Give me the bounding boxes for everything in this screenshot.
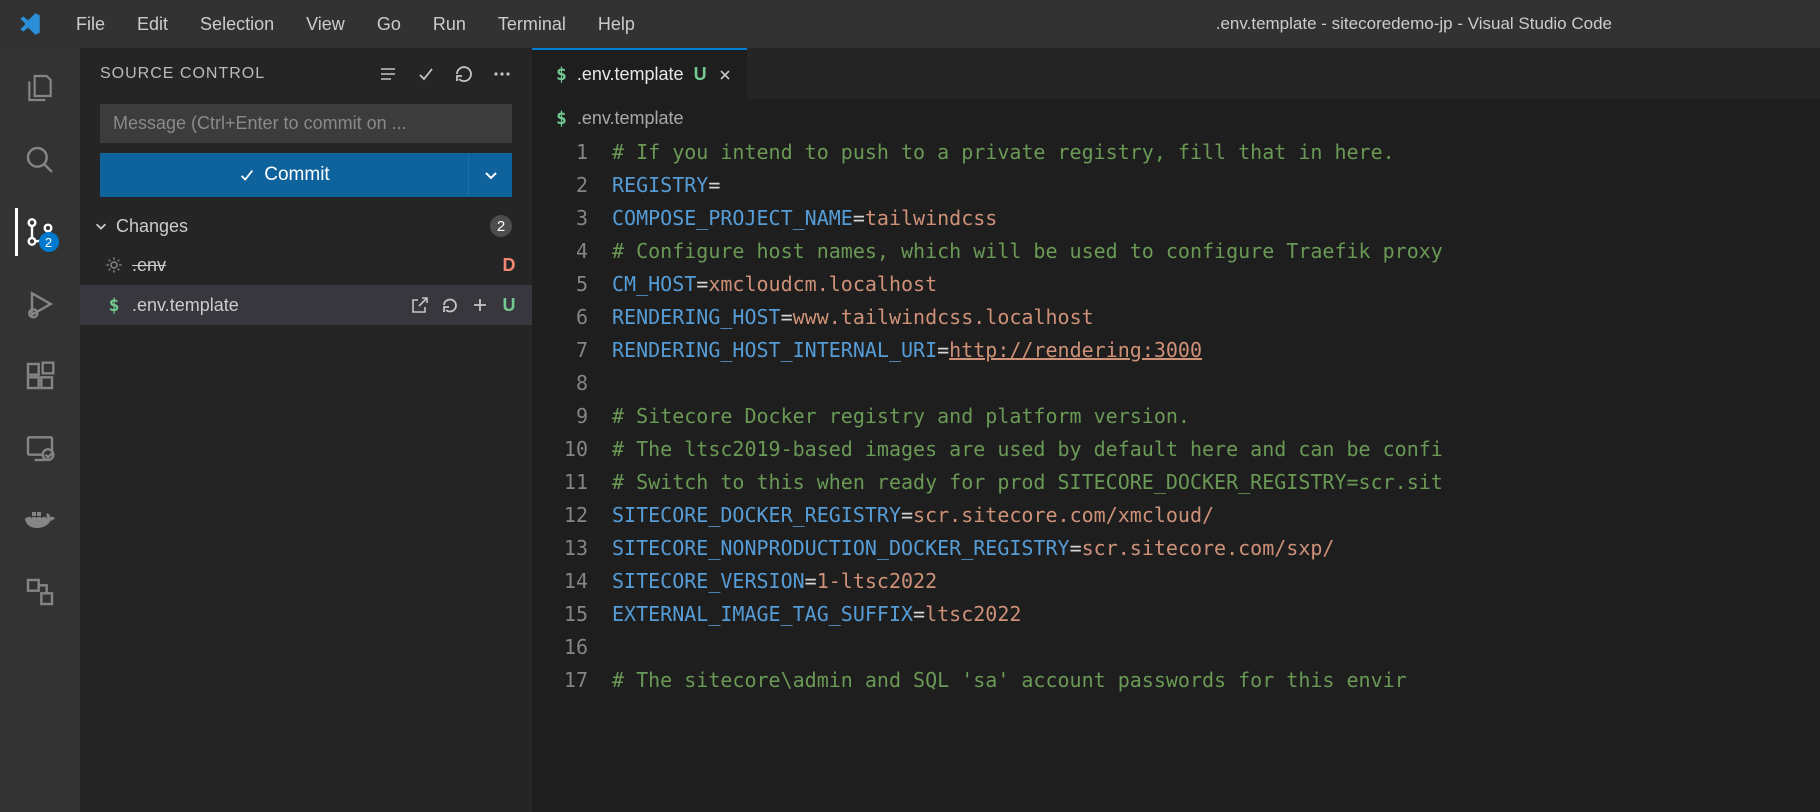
file-type-icon: $ xyxy=(102,295,126,316)
menu-view[interactable]: View xyxy=(290,0,361,48)
changes-section-header[interactable]: Changes 2 xyxy=(80,207,532,245)
stage-icon[interactable] xyxy=(470,295,490,315)
scm-activity-icon[interactable]: 2 xyxy=(15,208,63,256)
sidebar-title: SOURCE CONTROL xyxy=(100,65,378,83)
editor-area: $ .env.template U $ .env.template 123456… xyxy=(532,48,1820,812)
open-file-icon[interactable] xyxy=(410,295,430,315)
more-icon[interactable] xyxy=(492,64,512,84)
editor-tabs: $ .env.template U xyxy=(532,48,1820,100)
search-activity-icon[interactable] xyxy=(15,136,63,184)
changes-label: Changes xyxy=(116,216,188,237)
menu-bar: FileEditSelectionViewGoRunTerminalHelp xyxy=(60,0,651,48)
menu-selection[interactable]: Selection xyxy=(184,0,290,48)
extensions-activity-icon[interactable] xyxy=(15,352,63,400)
sidebar-header: SOURCE CONTROL xyxy=(80,48,532,100)
file-status: D xyxy=(500,255,518,276)
file-type-icon xyxy=(102,256,126,274)
tab-env-template[interactable]: $ .env.template U xyxy=(532,48,747,99)
refresh-icon[interactable] xyxy=(454,64,474,84)
file-name: .env.template xyxy=(132,295,410,316)
breadcrumb-label: .env.template xyxy=(577,108,684,129)
changes-count-badge: 2 xyxy=(490,215,512,237)
menu-help[interactable]: Help xyxy=(582,0,651,48)
breadcrumb[interactable]: $ .env.template xyxy=(532,100,1820,136)
close-tab-icon[interactable] xyxy=(717,67,733,83)
commit-split-button[interactable] xyxy=(468,153,512,197)
explorer-activity-icon[interactable] xyxy=(15,64,63,112)
menu-run[interactable]: Run xyxy=(417,0,482,48)
activity-bar: 2 xyxy=(0,48,80,812)
dollar-file-icon: $ xyxy=(556,108,567,129)
menu-go[interactable]: Go xyxy=(361,0,417,48)
view-as-tree-icon[interactable] xyxy=(378,64,398,84)
chevron-down-icon xyxy=(94,219,108,233)
menu-edit[interactable]: Edit xyxy=(121,0,184,48)
commit-button-label: Commit xyxy=(264,164,329,186)
editor-body[interactable]: 1234567891011121314151617 # If you inten… xyxy=(532,136,1820,812)
commit-message-input[interactable] xyxy=(100,104,512,143)
discard-icon[interactable] xyxy=(440,295,460,315)
commit-check-icon[interactable] xyxy=(416,64,436,84)
dollar-file-icon: $ xyxy=(556,64,567,85)
titlebar: FileEditSelectionViewGoRunTerminalHelp .… xyxy=(0,0,1820,48)
file-status: U xyxy=(500,295,518,316)
menu-terminal[interactable]: Terminal xyxy=(482,0,582,48)
window-title: .env.template - sitecoredemo-jp - Visual… xyxy=(1216,14,1812,34)
scm-badge: 2 xyxy=(39,232,59,252)
tab-status: U xyxy=(694,64,707,85)
remote-activity-icon[interactable] xyxy=(15,424,63,472)
ports-activity-icon[interactable] xyxy=(15,568,63,616)
code-content[interactable]: # If you intend to push to a private reg… xyxy=(612,136,1820,812)
docker-activity-icon[interactable] xyxy=(15,496,63,544)
line-number-gutter: 1234567891011121314151617 xyxy=(532,136,612,812)
commit-button[interactable]: Commit xyxy=(100,153,512,197)
source-control-sidebar: SOURCE CONTROL Commit Chan xyxy=(80,48,532,812)
file-name: .env xyxy=(132,255,500,276)
vscode-logo-icon xyxy=(16,10,44,38)
scm-file-row[interactable]: $ .env.template U xyxy=(80,285,532,325)
menu-file[interactable]: File xyxy=(60,0,121,48)
run-debug-activity-icon[interactable] xyxy=(15,280,63,328)
tab-label: .env.template xyxy=(577,64,684,85)
scm-file-row[interactable]: .envD xyxy=(80,245,532,285)
